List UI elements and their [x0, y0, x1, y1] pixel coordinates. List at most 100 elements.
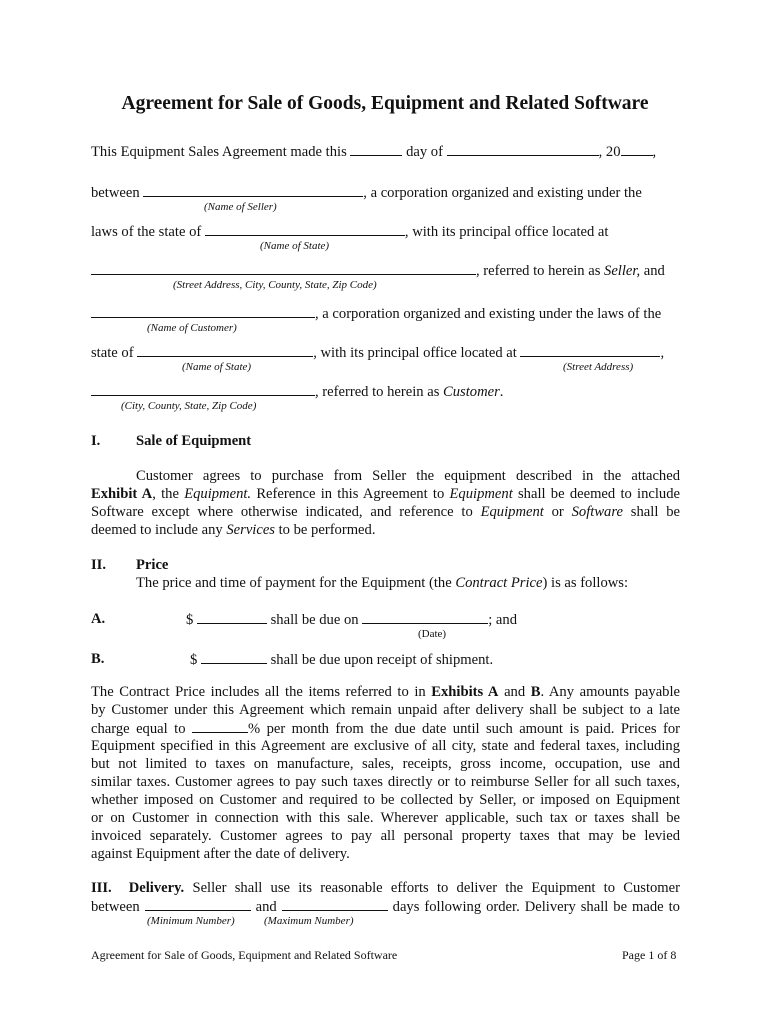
term-equipment: Equipment.: [184, 486, 252, 502]
due-upon-receipt-text: shall be due upon receipt of shipment.: [270, 652, 494, 668]
text: deemed to include any: [91, 522, 227, 538]
customer-role: Customer: [443, 384, 500, 400]
max-number-caption: (Maximum Number): [264, 915, 354, 927]
section-3-number: III.: [91, 880, 112, 896]
section-1-line: Software except where otherwise indicate…: [91, 503, 680, 521]
text: between: [91, 899, 140, 915]
paragraph-line: charge equal to % per month from the due…: [91, 719, 680, 737]
item-a-label: A.: [91, 611, 106, 627]
date-caption: (Date): [418, 628, 447, 640]
comma: ,: [652, 144, 657, 160]
dollar-sign: $: [190, 652, 198, 668]
text: Software except where otherwise indicate…: [91, 504, 481, 520]
customer-street-caption: (Street Address): [563, 361, 634, 373]
text: ) is as follows:: [542, 575, 629, 591]
document-page: Agreement for Sale of Goods, Equipment a…: [0, 0, 770, 1024]
section-3-heading: Delivery.: [128, 880, 185, 896]
seller-name-caption: (Name of Seller): [204, 201, 277, 213]
amount-a-field[interactable]: [196, 610, 267, 624]
text: Seller shall use its reasonable efforts …: [184, 880, 680, 896]
term-equipment: Equipment: [449, 486, 513, 502]
month-field[interactable]: [446, 142, 599, 156]
section-1-line: Exhibit A, the Equipment. Reference in t…: [91, 485, 680, 503]
customer-corp-text: , a corporation organized and existing u…: [315, 306, 662, 322]
customer-referred-text: , referred to herein as: [315, 384, 444, 400]
text: to be performed.: [274, 522, 376, 538]
term-equipment: Equipment: [480, 504, 544, 520]
customer-city-line: , referred to herein as Customer.: [91, 382, 503, 401]
min-days-field[interactable]: [144, 897, 251, 911]
seller-state-line: laws of the state of , with its principa…: [91, 222, 608, 241]
section-1-paragraph: Customer agrees to purchase from Seller …: [91, 467, 680, 539]
day-of-text: day of: [406, 144, 443, 160]
period: .: [499, 384, 504, 400]
comma: ,: [660, 345, 665, 361]
intro-text: This Equipment Sales Agreement made this: [91, 144, 347, 160]
seller-state-caption: (Name of State): [260, 240, 330, 252]
customer-line: , a corporation organized and existing u…: [91, 304, 661, 323]
max-days-field[interactable]: [281, 897, 388, 911]
paragraph-line: by Customer under this Agreement which r…: [91, 702, 680, 718]
seller-role: Seller,: [604, 263, 641, 279]
text: % per month from the due date until such…: [247, 721, 680, 737]
term-contract-price: Contract Price: [455, 575, 543, 591]
customer-city-field[interactable]: [91, 382, 315, 396]
amount-b-field[interactable]: [200, 650, 267, 664]
text: Reference in this Agreement to: [251, 486, 450, 502]
text: shall be deemed to include: [512, 486, 680, 502]
min-number-caption: (Minimum Number): [147, 915, 235, 927]
seller-office-text: , with its principal office located at: [404, 224, 609, 240]
section-2-number: II.: [91, 557, 107, 573]
item-b-line: $ shall be due upon receipt of shipment.: [190, 650, 493, 669]
text: days following order. Delivery shall be …: [392, 899, 680, 915]
customer-name-field[interactable]: [91, 304, 315, 318]
and-text: ; and: [488, 612, 517, 628]
section-2-heading: Price: [136, 557, 169, 573]
year-prefix: , 20: [598, 144, 621, 160]
exhibit-b-ref: B: [530, 684, 541, 700]
text: or: [543, 504, 572, 520]
customer-name-caption: (Name of Customer): [147, 322, 237, 334]
paragraph-line: similar taxes. Customer agrees to pay su…: [91, 774, 680, 790]
section-3-line: III. Delivery. Seller shall use its reaso…: [91, 879, 680, 897]
item-a-line: $ shall be due on ; and: [186, 610, 517, 629]
contract-price-paragraph: The Contract Price includes all the item…: [91, 683, 680, 863]
text: , the: [152, 486, 185, 502]
customer-state-caption: (Name of State): [182, 361, 252, 373]
section-1-number: I.: [91, 433, 101, 449]
section-3-line: between and days following order. Delive…: [91, 897, 680, 915]
item-b-label: B.: [91, 651, 105, 667]
intro-line: This Equipment Sales Agreement made this…: [91, 142, 656, 161]
customer-city-caption: (City, County, State, Zip Code): [121, 400, 257, 412]
due-date-field[interactable]: [362, 610, 489, 624]
page-number: Page 1 of 8: [622, 948, 677, 962]
day-field[interactable]: [350, 142, 403, 156]
seller-address-field[interactable]: [91, 261, 476, 275]
text: . Any amounts payable: [540, 684, 680, 700]
late-charge-percent-field[interactable]: [191, 719, 248, 733]
paragraph-line: or on Customer in connection with this s…: [91, 810, 680, 826]
seller-address-caption: (Street Address, City, County, State, Zi…: [173, 279, 377, 291]
customer-state-field[interactable]: [137, 343, 314, 357]
customer-office-text: , with its principal office located at: [313, 345, 517, 361]
and-text: and: [640, 263, 665, 279]
paragraph-line: The Contract Price includes all the item…: [91, 683, 680, 701]
between-text: between: [91, 185, 140, 201]
paragraph-line: invoiced separately. Customer agrees to …: [91, 828, 680, 844]
paragraph-line: but not limited to taxes on manufacture,…: [91, 756, 680, 772]
seller-line: between , a corporation organized and ex…: [91, 183, 642, 202]
customer-street-field[interactable]: [520, 343, 661, 357]
section-2-intro: The price and time of payment for the Eq…: [136, 574, 628, 592]
paragraph-line: against Equipment after the date of deli…: [91, 846, 350, 862]
year-field[interactable]: [620, 142, 653, 156]
section-1-line: deemed to include any Services to be per…: [91, 521, 680, 539]
text: shall be: [622, 504, 680, 520]
seller-state-field[interactable]: [204, 222, 405, 236]
state-of-text: state of: [91, 345, 134, 361]
seller-referred-text: , referred to herein as: [476, 263, 605, 279]
laws-of-state-text: laws of the state of: [91, 224, 202, 240]
seller-name-field[interactable]: [143, 183, 364, 197]
paragraph-line: whether imposed on Customer and required…: [91, 792, 680, 808]
due-on-text: shall be due on: [270, 612, 359, 628]
text: charge equal to: [91, 721, 192, 737]
